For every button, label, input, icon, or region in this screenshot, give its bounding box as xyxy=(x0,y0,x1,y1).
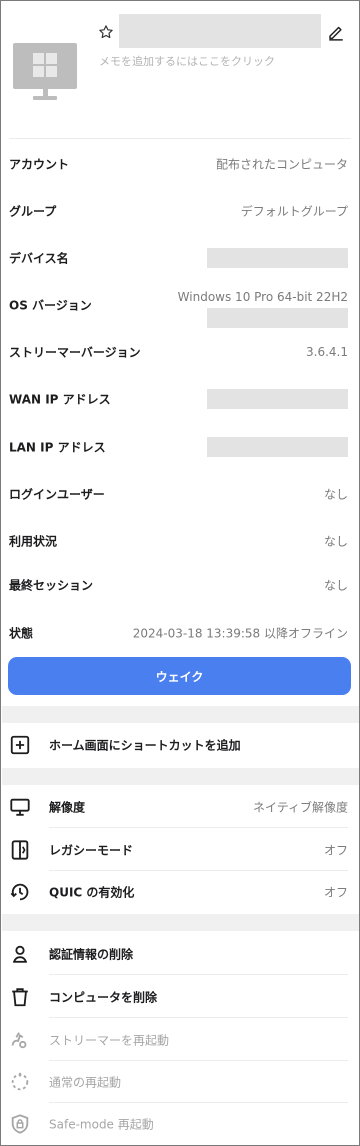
restart-icon xyxy=(11,1072,29,1091)
divider xyxy=(49,1017,348,1018)
divider xyxy=(9,138,351,139)
usage-value: なし xyxy=(323,534,348,549)
delete-credentials-row[interactable]: 認証情報の削除 xyxy=(1,933,359,975)
restart-streamer-row[interactable]: ストリーマーを再起動 xyxy=(1,1019,359,1061)
login-user-label: ログインユーザー xyxy=(9,487,105,502)
info-row-os-version: OS バージョン Windows 10 Pro 64-bit 22H2 xyxy=(1,285,359,328)
os-version-label: OS バージョン xyxy=(9,298,92,313)
resolution-row[interactable]: 解像度 ネイティブ解像度 xyxy=(1,786,359,828)
wan-ip-label: WAN IP アドレス xyxy=(9,392,111,407)
delete-computer-row[interactable]: コンピュータを削除 xyxy=(1,976,359,1018)
resolution-value: ネイティブ解像度 xyxy=(252,800,348,815)
device-name-value-redacted xyxy=(207,248,348,268)
quic-label: QUIC の有効化 xyxy=(49,885,135,900)
legacy-mode-value: オフ xyxy=(323,843,348,858)
section-gap xyxy=(2,914,359,931)
lan-ip-value-redacted xyxy=(207,437,348,457)
divider xyxy=(49,827,348,828)
group-value: デフォルトグループ xyxy=(240,204,348,219)
memo-input[interactable]: メモを追加するにはここをクリック xyxy=(99,53,275,69)
info-row-login-user: ログインユーザー なし xyxy=(1,474,359,514)
delete-computer-label: コンピュータを削除 xyxy=(49,990,158,1005)
divider xyxy=(49,974,348,975)
login-user-value: なし xyxy=(323,487,348,502)
section-gap xyxy=(2,768,359,785)
normal-restart-label: 通常の再起動 xyxy=(49,1075,122,1090)
quic-value: オフ xyxy=(323,885,348,900)
monitor-icon xyxy=(10,798,30,816)
info-row-device-name: デバイス名 xyxy=(1,238,359,278)
account-label: アカウント xyxy=(9,157,70,172)
legacy-mode-row[interactable]: レガシーモード オフ xyxy=(1,829,359,871)
device-name-redacted[interactable] xyxy=(119,14,321,48)
info-row-wan-ip: WAN IP アドレス xyxy=(1,379,359,419)
quic-icon xyxy=(10,883,29,901)
streamer-restart-icon xyxy=(11,1032,27,1049)
add-shortcut-label: ホーム画面にショートカットを追加 xyxy=(49,738,241,753)
pencil-icon[interactable] xyxy=(327,23,345,41)
plus-box-icon xyxy=(10,735,30,755)
restart-streamer-label: ストリーマーを再起動 xyxy=(49,1033,170,1048)
status-label: 状態 xyxy=(9,626,34,641)
info-row-account: アカウント 配布されたコンピュータ xyxy=(1,144,359,184)
safe-mode-restart-row[interactable]: Safe-mode 再起動 xyxy=(1,1103,359,1145)
info-row-status: 状態 2024-03-18 13:39:58 以降オフライン xyxy=(1,613,359,653)
info-row-last-session: 最終セッション なし xyxy=(1,565,359,605)
section-gap xyxy=(2,706,359,723)
usage-label: 利用状況 xyxy=(9,534,58,549)
last-session-value: なし xyxy=(323,578,348,593)
account-value: 配布されたコンピュータ xyxy=(215,157,348,172)
status-value: 2024-03-18 13:39:58 以降オフライン xyxy=(132,626,348,641)
streamer-version-label: ストリーマーバージョン xyxy=(9,345,141,360)
wake-button[interactable]: ウェイク xyxy=(8,657,351,695)
info-row-usage: 利用状況 なし xyxy=(1,521,359,561)
os-version-extra-redacted xyxy=(207,308,348,328)
device-header: メモを追加するにはここをクリック xyxy=(1,1,359,138)
resolution-label: 解像度 xyxy=(49,800,86,815)
add-shortcut-row[interactable]: ホーム画面にショートカットを追加 xyxy=(1,724,359,766)
legacy-mode-icon xyxy=(11,840,29,860)
delete-credentials-label: 認証情報の削除 xyxy=(49,947,134,962)
lan-ip-label: LAN IP アドレス xyxy=(9,440,106,455)
group-label: グループ xyxy=(9,204,57,219)
info-row-group: グループ デフォルトグループ xyxy=(1,191,359,231)
info-row-streamer-version: ストリーマーバージョン 3.6.4.1 xyxy=(1,332,359,372)
os-version-value: Windows 10 Pro 64-bit 22H2 xyxy=(177,290,348,304)
last-session-label: 最終セッション xyxy=(9,578,94,593)
device-detail-panel: メモを追加するにはここをクリック アカウント 配布されたコンピュータ グループ … xyxy=(0,0,360,1146)
safe-mode-icon xyxy=(11,1114,29,1134)
legacy-mode-label: レガシーモード xyxy=(49,843,134,858)
user-icon xyxy=(13,945,27,963)
trash-icon xyxy=(12,988,28,1007)
safe-mode-restart-label: Safe-mode 再起動 xyxy=(49,1117,154,1132)
wan-ip-value-redacted xyxy=(207,389,348,409)
monitor-windows-icon xyxy=(13,43,77,101)
device-name-label: デバイス名 xyxy=(9,251,69,266)
quic-row[interactable]: QUIC の有効化 オフ xyxy=(1,871,359,913)
info-row-lan-ip: LAN IP アドレス xyxy=(1,427,359,467)
normal-restart-row[interactable]: 通常の再起動 xyxy=(1,1061,359,1103)
star-outline-icon[interactable] xyxy=(98,24,114,40)
streamer-version-value: 3.6.4.1 xyxy=(306,345,348,359)
